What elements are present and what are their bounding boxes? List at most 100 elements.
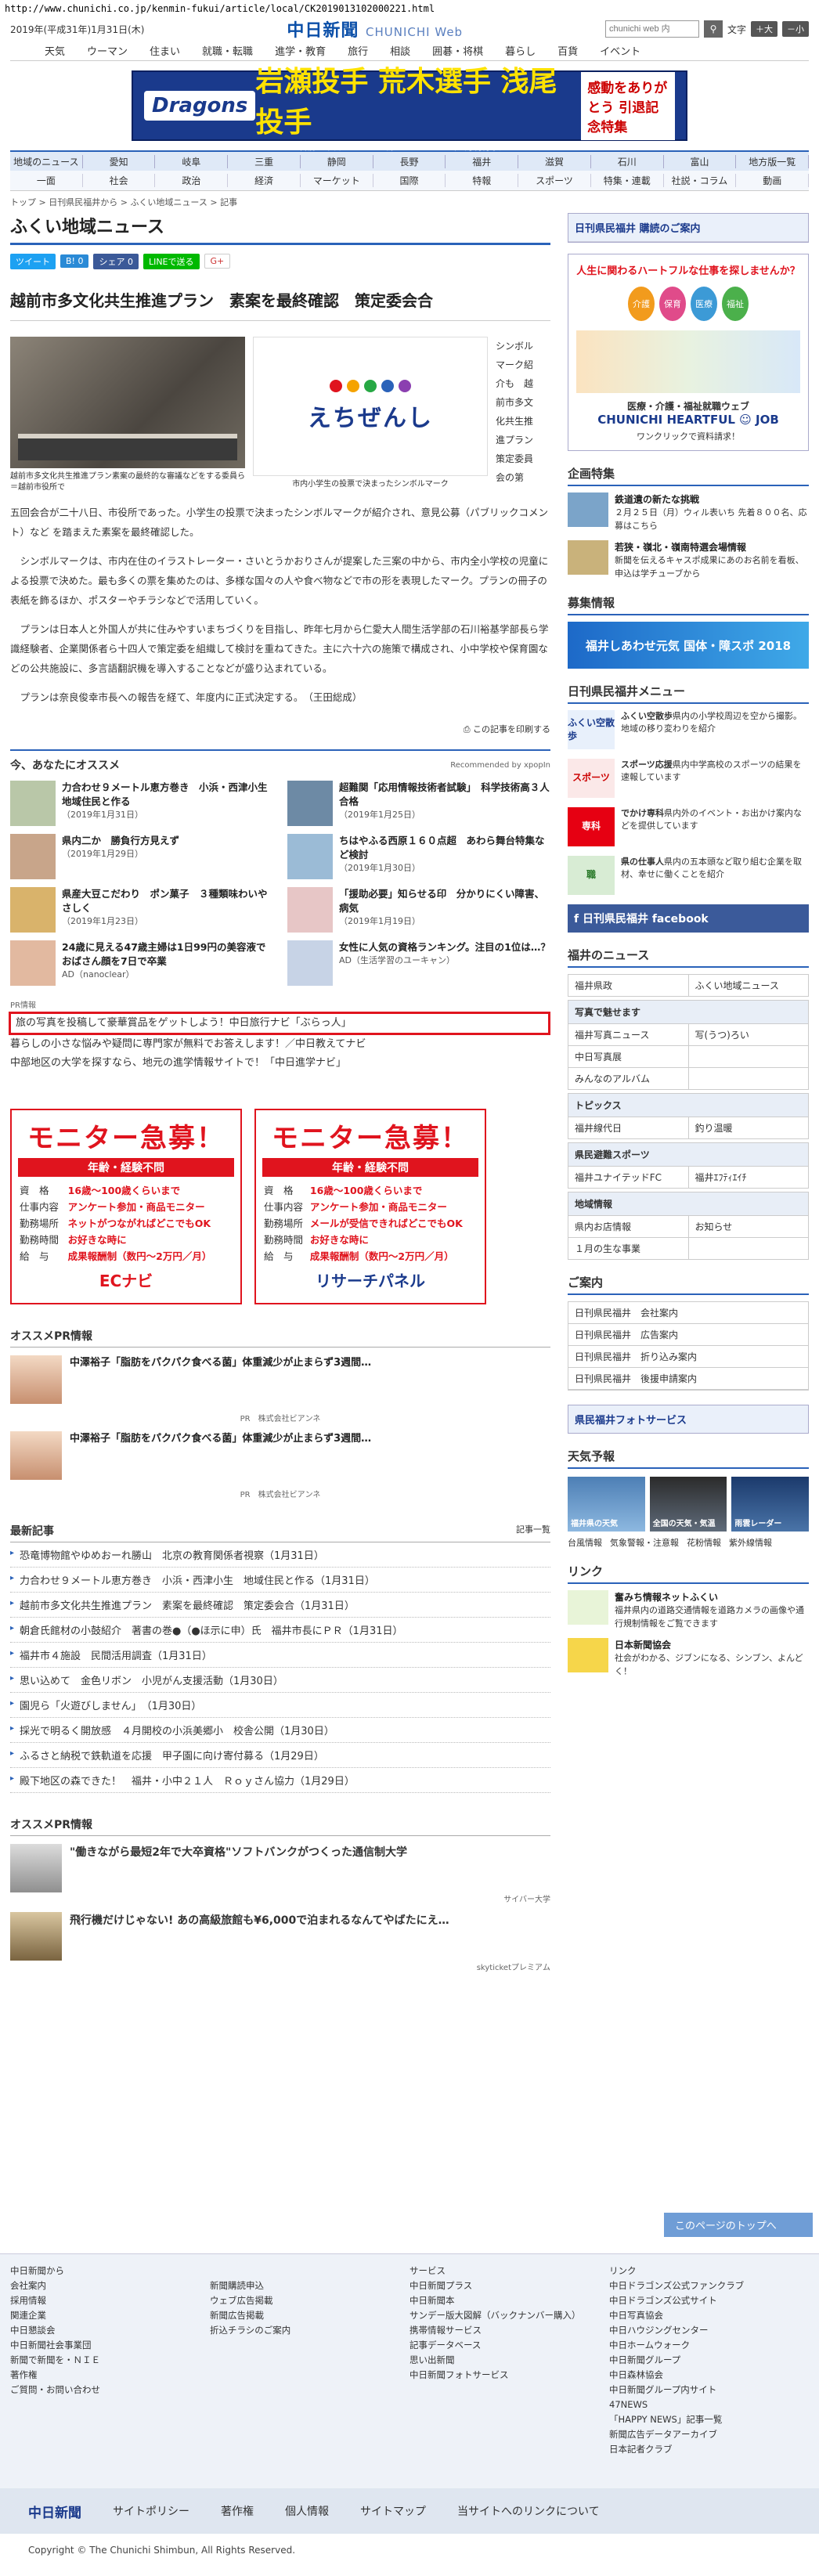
pr-link-highlighted[interactable]: 旅の写真を投稿して豪華賞品をゲットしよう！中日旅行ナビ「ぶらっ人」	[9, 1012, 550, 1036]
footer-bar-link[interactable]: 個人情報	[285, 2503, 329, 2519]
gnav-item[interactable]: 暮らし	[494, 43, 547, 58]
rnav-item[interactable]: 地域のニュース	[10, 154, 83, 168]
snav-item[interactable]: 社会	[83, 174, 156, 187]
footer-link[interactable]: 新聞で新聞を・ＮＩＥ	[10, 2353, 210, 2368]
kenmin-subscribe-box[interactable]: 日刊県民福井 購読のご案内	[568, 213, 809, 243]
latest-item[interactable]: 朝倉氏館材の小鼓紹介 著書の巻●（●ほ示に申）氏 福井市長にＰＲ（1月31日）	[10, 1618, 550, 1643]
footer-link[interactable]: 47NEWS	[609, 2397, 809, 2412]
footer-link[interactable]: 「HAPPY NEWS」記事一覧	[609, 2412, 809, 2427]
snav-item[interactable]: マーケット	[301, 174, 373, 187]
weather-tile[interactable]: 福井県の天気	[568, 1477, 645, 1532]
side-link[interactable]: 福井ｴﾌﾃｨｴｲﾁ	[688, 1167, 809, 1189]
latest-item[interactable]: 園児ら「火遊びしません」 （1月30日）	[10, 1693, 550, 1719]
rnav-item[interactable]: 滋賀	[518, 154, 591, 168]
rnav-item[interactable]: 岐阜	[155, 154, 229, 168]
rnav-item[interactable]: 長野	[373, 154, 446, 168]
symbol-mark-photo[interactable]: えちぜんし 市内小学生の投票で決まったシンボルマーク	[253, 337, 488, 493]
footer-link[interactable]: 中日新聞社会事業団	[10, 2338, 210, 2353]
side-link[interactable]: 中日写真展	[568, 1046, 689, 1068]
side-link[interactable]: 福井ユナイテッドFC	[568, 1167, 689, 1189]
side-link[interactable]: 日刊県民福井 後援申請案内	[568, 1368, 808, 1390]
footer-link[interactable]: サンデー版大図解（バックナンバー購入）	[410, 2308, 609, 2323]
gnav-item[interactable]: 旅行	[337, 43, 379, 58]
side-link[interactable]: お知らせ	[688, 1216, 809, 1238]
menu-item[interactable]: ふくい空散歩 ふくい空散歩県内の小学校周辺を空から撮影。地域の移り変わりを紹介	[568, 710, 809, 749]
recommend-item[interactable]: 超難関「応用情報技術者試験」 科学技術高３人合格 （2019年1月25日）	[287, 781, 550, 826]
footer-link[interactable]: 中日新聞プラス	[410, 2278, 609, 2293]
snav-item[interactable]: 動画	[736, 174, 810, 187]
footer-link[interactable]: 中日森林協会	[609, 2368, 809, 2383]
footer-link[interactable]: 会社案内	[10, 2278, 210, 2293]
footer-link[interactable]: 折込チラシのご案内	[210, 2323, 410, 2338]
dragons-banner[interactable]: Dragons 岩瀬投手 荒木選手 浅尾投手 あなたのお名前が中日スポーツに載り…	[132, 66, 687, 152]
rnav-item[interactable]: 富山	[664, 154, 737, 168]
weather-link[interactable]: 気象警報・注意報	[610, 1536, 679, 1549]
gplus-button[interactable]: G+	[204, 254, 231, 269]
gnav-item[interactable]: ウーマン	[76, 43, 139, 58]
all-articles-link[interactable]: 記事一覧	[516, 1523, 550, 1539]
search-input[interactable]	[604, 20, 699, 38]
recommend-item[interactable]: 力合わせ９メートル恵方巻き 小浜・西津小生 地域住民と作る （2019年1月31日…	[10, 781, 277, 826]
weather-link[interactable]: 花粉情報	[687, 1536, 721, 1549]
footer-link[interactable]: 中日懇談会	[10, 2323, 210, 2338]
facebook-banner[interactable]: f 日刊県民福井 facebook	[568, 904, 809, 933]
footer-bar-link[interactable]: 当サイトへのリンクについて	[457, 2503, 600, 2519]
footer-link[interactable]: 中日新聞本	[410, 2293, 609, 2308]
menu-item[interactable]: 専科 でかけ専科県内外のイベント・お出かけ案内などを提供しています	[568, 807, 809, 846]
side-link[interactable]: １月の生な事業	[568, 1238, 689, 1260]
rnav-item[interactable]: 三重	[228, 154, 301, 168]
tweet-button[interactable]: ツイート	[10, 253, 56, 269]
side-link[interactable]: 日刊県民福井 折り込み案内	[568, 1346, 808, 1368]
footer-link[interactable]: 新聞広告掲載	[210, 2308, 410, 2323]
gnav-item[interactable]: 相談	[379, 43, 421, 58]
shiawase-banner[interactable]: 福井しあわせ元気 国体・障スポ 2018	[568, 622, 809, 669]
pr-link[interactable]: 中部地区の大学を探すなら、地元の進学情報サイトで！「中日進学ナビ」	[10, 1054, 550, 1073]
side-link[interactable]: 福井線代日	[568, 1117, 689, 1139]
side-link[interactable]: 日刊県民福井 広告案内	[568, 1324, 808, 1346]
side-link[interactable]: 日刊県民福井 会社案内	[568, 1302, 808, 1324]
latest-item[interactable]: 採光で明るく開放感 ４月開校の小浜美郷小 校舎公開（1月30日）	[10, 1718, 550, 1744]
side-link[interactable]: 釣り温暖	[688, 1117, 809, 1139]
facebook-share-button[interactable]: シェア 0	[93, 253, 139, 269]
latest-item[interactable]: 思い込めて 金色リボン 小児がん支援活動（1月30日）	[10, 1668, 550, 1694]
rnav-item[interactable]: 愛知	[83, 154, 156, 168]
hatena-button[interactable]: B! 0	[60, 254, 89, 268]
menu-item[interactable]: スポーツ スポーツ応援県内中学高校のスポーツの結果を速報しています	[568, 759, 809, 798]
recommend-provider[interactable]: Recommended by ⅹpopIn	[450, 761, 550, 770]
footer-link[interactable]: 中日ドラゴンズ公式サイト	[609, 2293, 809, 2308]
snav-item[interactable]: 国際	[373, 174, 446, 187]
osusume-pr-item[interactable]: 中澤裕子「脂肪をパクパク食べる菌」体重減少が止まらず3週間…	[10, 1431, 550, 1481]
latest-item[interactable]: 殿下地区の森できた！ 福井・小中２１人 Ｒｏｙさん協力（1月29日）	[10, 1768, 550, 1794]
photoservice-banner[interactable]: 県民福井フォトサービス	[568, 1405, 809, 1434]
monitor-ad[interactable]: モニター急募！ 年齢・経験不問 資 格 16歳～100歳くらいまで 仕事内容 アンケ…	[10, 1109, 242, 1305]
recommend-item[interactable]: 県産大豆こだわり ポン菓子 ３種類味わいやさしく （2019年1月23日）	[10, 887, 273, 933]
osusume-pr2-item[interactable]: 飛行機だけじゃない! あの高級旅館も¥6,000で泊まれるなんてやばたにえ…	[10, 1912, 550, 1961]
font-minus-button[interactable]: －小	[782, 21, 809, 37]
heartful-btn[interactable]: ワンクリックで資料請求！	[576, 430, 800, 442]
gnav-item[interactable]: 百貨	[547, 43, 589, 58]
recommend-item[interactable]: 女性に人気の資格ランキング。注目の1位は…？ AD（生活学習のユーキャン）	[287, 940, 550, 986]
footer-link[interactable]: 中日ハウジングセンター	[609, 2323, 809, 2338]
side-link[interactable]: 県内お店情報	[568, 1216, 689, 1238]
latest-item[interactable]: 越前市多文化共生推進プラン 素案を最終確認 策定委会合（1月31日）	[10, 1593, 550, 1618]
footer-bar-link[interactable]: サイトポリシー	[113, 2503, 189, 2519]
snav-item[interactable]: 経済	[228, 174, 301, 187]
link-item[interactable]: 奮みち情報ネットふくい 福井県内の道路交通情報を道路カメラの画像や通行規制情報をご…	[568, 1590, 809, 1630]
recommend-item[interactable]: 24歳に見える47歳主婦は1日99円の美容液でおばさん顔を7日で卒業 AD（nan…	[10, 940, 273, 986]
print-link[interactable]: ⎙ この記事を印刷する	[10, 723, 550, 735]
gnav-item[interactable]: 囲碁・将棋	[421, 43, 494, 58]
weather-tile[interactable]: 全国の天気・気温	[649, 1477, 727, 1532]
footer-link[interactable]: ウェブ広告掲載	[210, 2293, 410, 2308]
footer-link[interactable]: 中日新聞フォトサービス	[410, 2368, 609, 2383]
snav-item[interactable]: 特集・連載	[591, 174, 664, 187]
breadcrumb[interactable]: トップ > 日刊県民福井から > ふくい地域ニュース > 記事	[10, 191, 809, 213]
snav-item[interactable]: 特報	[446, 174, 519, 187]
footer-link[interactable]: 著作権	[10, 2368, 210, 2383]
snav-item[interactable]: スポーツ	[518, 174, 591, 187]
kikaku-item[interactable]: 若狭・嶺北・嶺南特選会場情報 新聞を伝えるキャスポ成果にあのお名前を看板、申込は学…	[568, 540, 809, 580]
latest-item[interactable]: 恐竜博物館やゆめおーれ勝山 北京の教育関係者視察（1月31日）	[10, 1542, 550, 1568]
footer-bar-link[interactable]: 著作権	[221, 2503, 254, 2519]
kikaku-item[interactable]: 鉄道遺の新たな挑戦 ２月２５日（月）ウィル表いち 先着８００名、応募はこちら	[568, 492, 809, 532]
footer-link[interactable]: 新聞広告データアーカイブ	[609, 2427, 809, 2442]
snav-item[interactable]: 政治	[155, 174, 229, 187]
